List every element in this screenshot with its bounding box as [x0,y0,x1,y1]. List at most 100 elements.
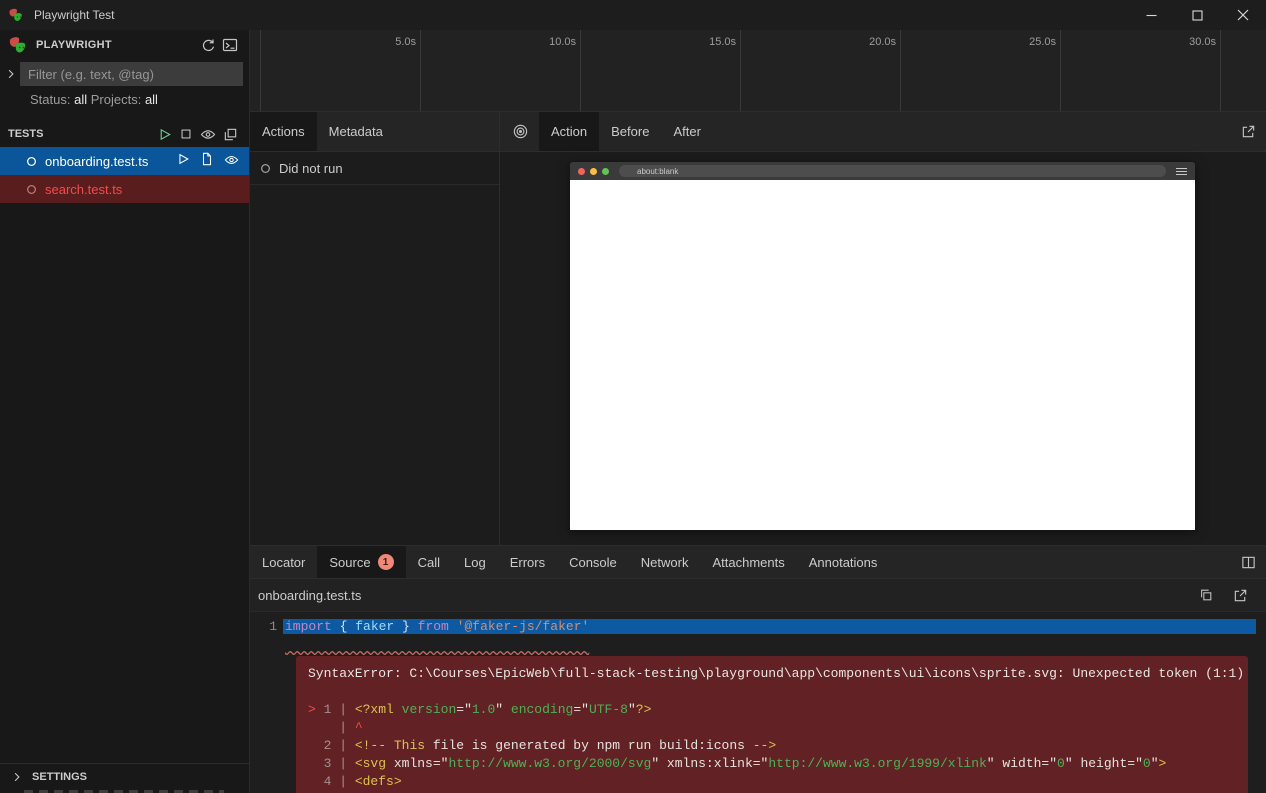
tab-log[interactable]: Log [452,546,498,578]
terminal-icon[interactable] [219,34,241,56]
test-item-search-test-ts[interactable]: search.test.ts [0,175,249,203]
tab-console[interactable]: Console [557,546,629,578]
code-token: = [456,702,464,717]
watch-test-icon[interactable] [224,152,239,170]
timeline-gridline [580,30,581,111]
address-url: about:blank [637,167,678,176]
tab-annotations[interactable]: Annotations [797,546,890,578]
hamburger-menu-icon [1176,168,1187,175]
source-code-view: 1 import { faker } from '@faker-js/faker… [250,612,1266,793]
tab-label: Annotations [809,555,878,570]
test-row-actions [176,152,239,170]
reload-tests-icon[interactable] [197,34,219,56]
highlighted-source-line: import { faker } from '@faker-js/faker' [283,619,1256,634]
code-token: <!-- [355,738,386,753]
tab-errors[interactable]: Errors [498,546,557,578]
split-view-icon[interactable] [1231,546,1266,578]
timeline-tick-label: 10.0s [522,36,576,48]
tab-label: Actions [262,124,305,139]
timeline-tick-label: 15.0s [682,36,736,48]
run-test-icon[interactable] [176,152,190,170]
tab-locator[interactable]: Locator [250,546,317,578]
snapshot-panel: Action BeforeAfter [500,112,1266,545]
code-token: " [987,756,995,771]
code-token: import [285,619,332,634]
minimize-button[interactable] [1128,0,1174,30]
playwright-test-window: Playwright Test PLAYWRIGHT [0,0,1266,793]
timeline-gridline [1220,30,1221,111]
test-item-onboarding-test-ts[interactable]: onboarding.test.ts [0,147,249,175]
code-token: > [1159,756,1167,771]
error-squiggle: import { faker } from '@faker-js/faker' [285,638,589,653]
tab-action[interactable]: Action [539,112,599,151]
frame-gutter: | [316,720,355,735]
did-not-run-label: Did not run [279,161,343,176]
tab-label: Attachments [712,555,784,570]
chevron-right-icon[interactable] [2,65,20,83]
code-token: " [1065,756,1073,771]
code-token: <svg [355,756,386,771]
tab-network[interactable]: Network [629,546,701,578]
filter-input[interactable] [20,62,243,86]
collapse-all-icon[interactable] [219,123,241,145]
run-all-icon[interactable] [153,123,175,145]
test-item-label: onboarding.test.ts [45,154,176,169]
tab-actions[interactable]: Actions [250,112,317,151]
trace-timeline[interactable]: 5.0s10.0s15.0s20.0s25.0s30.0s [250,30,1266,112]
tab-label: Console [569,555,617,570]
timeline-gridline [900,30,901,111]
code-token [503,702,511,717]
tab-label: Network [641,555,689,570]
close-button[interactable] [1220,0,1266,30]
timeline-tick-label: 5.0s [362,36,416,48]
code-token: from [418,619,449,634]
sidebar-header: PLAYWRIGHT [0,30,249,60]
syntax-error-block: SyntaxError: C:\Courses\EpicWeb\full-sta… [296,656,1248,793]
code-token: '@faker-js/faker' [457,619,590,634]
test-list: onboarding.test.ts search.test.ts [0,147,249,203]
code-token: encoding [511,702,573,717]
copy-icon[interactable] [1189,588,1223,602]
snapshot-browser-chrome: about:blank [570,162,1195,180]
tab-before[interactable]: Before [599,112,661,151]
tests-title: TESTS [8,128,43,140]
window-title: Playwright Test [34,8,114,22]
maximize-button[interactable] [1174,0,1220,30]
tab-label: Action [551,124,587,139]
timeline-tick-label: 25.0s [1002,36,1056,48]
timeline-gridline [420,30,421,111]
code-token: http://www.w3.org/1999/xlink [768,756,986,771]
tab-label: Source [329,555,370,570]
settings-section[interactable]: SETTINGS [0,763,249,789]
watch-all-icon[interactable] [197,123,219,145]
tab-source[interactable]: Source1 [317,546,405,578]
code-token: } [394,619,417,634]
tab-after[interactable]: After [661,112,712,151]
stop-icon[interactable] [175,123,197,145]
tab-call[interactable]: Call [406,546,452,578]
open-source-external-icon[interactable] [1223,588,1258,603]
line-number: 1 [250,619,283,634]
window-controls [1128,0,1266,30]
code-token: " [464,702,472,717]
tab-metadata[interactable]: Metadata [317,112,395,151]
code-token: ^ [355,720,363,735]
code-frame-line: 3 | <svg xmlns="http://www.w3.org/2000/s… [308,755,1236,773]
sidebar-brand-title: PLAYWRIGHT [36,39,112,51]
chevron-right-icon [8,768,26,786]
code-token: height= [1073,756,1135,771]
show-source-icon[interactable] [200,152,214,170]
code-token: UTF-8 [589,702,628,717]
traffic-lights-icon [578,168,609,175]
code-token: " [628,702,636,717]
snapshot-browser-window[interactable]: about:blank [570,162,1195,530]
tab-attachments[interactable]: Attachments [700,546,796,578]
test-status-circle-icon [24,154,38,168]
open-snapshot-external-icon[interactable] [1231,112,1266,151]
pick-locator-icon[interactable] [502,112,539,151]
source-line-1: 1 import { faker } from '@faker-js/faker… [250,614,1266,638]
code-token: xmlns= [386,756,441,771]
did-not-run-item: Did not run [250,152,499,185]
frame-gutter: 3 | [316,756,355,771]
code-frame-line: > 1 | <?xml version="1.0" encoding="UTF-… [308,701,1236,719]
